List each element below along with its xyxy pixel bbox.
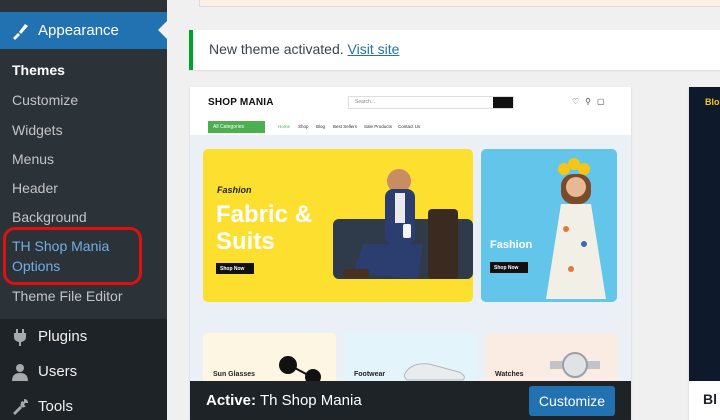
sneaker-illustration — [403, 363, 465, 381]
sidebar-item-plugins[interactable]: Plugins — [0, 320, 167, 354]
preview-category-label: Sun Glasses — [213, 371, 256, 378]
preview-category-label: Footwear — [354, 371, 386, 378]
partial-theme-name: Bl — [703, 391, 717, 407]
heart-icon: ♡ — [572, 97, 586, 106]
preview-header-icons: ♡⚲▢ — [572, 97, 611, 106]
sidebar-item-users[interactable]: Users — [0, 355, 167, 389]
theme-screenshot[interactable]: SHOP MANIA Search... ♡⚲▢ All Categories … — [190, 87, 631, 381]
theme-name: Th Shop Mania — [259, 392, 362, 409]
preview-nav-link: Home — [278, 124, 291, 129]
bag-icon: ▢ — [597, 97, 611, 106]
sidebar-item-label: Users — [38, 363, 78, 380]
partial-preview-text: Blo — [705, 97, 720, 107]
submenu-item-header[interactable]: Header — [12, 178, 58, 198]
wp-admin-screen: Appearance Themes Customize Widgets Menu… — [0, 0, 720, 420]
preview-hero-kicker: Fashion — [217, 185, 252, 195]
preview-nav: All Categories Home Shop Blog Best Selle… — [208, 121, 628, 133]
preview-nav-link: Contact Us — [398, 124, 421, 129]
submenu-item-background[interactable]: Background — [12, 207, 87, 227]
top-notice-partial — [199, 0, 720, 7]
preview-category-tile: Sun Glasses — [203, 333, 336, 381]
highlight-annotation-ring — [3, 227, 142, 285]
sidebar-item-label: Tools — [38, 398, 74, 415]
preview-hero-banner: Fashion Fabric & Suits Shop Now — [203, 149, 473, 302]
preview-hero-shop-button: Shop Now — [216, 263, 254, 274]
paintbrush-icon — [10, 21, 30, 41]
sunglasses-illustration — [279, 356, 321, 381]
preview-header: SHOP MANIA Search... ♡⚲▢ All Categories … — [190, 87, 631, 135]
theme-card-partial[interactable]: Blo Bl — [689, 87, 720, 420]
preview-nav-link: Best Sellers — [333, 124, 358, 129]
submenu-item-themes[interactable]: Themes — [12, 60, 65, 80]
preview-category-label: Watches — [495, 371, 524, 378]
notice-message: New theme activated. Visit site — [209, 41, 399, 57]
watch-illustration — [550, 352, 600, 378]
submenu-item-theme-file-editor[interactable]: Theme File Editor — [12, 286, 122, 306]
user-icon: ⚲ — [585, 97, 598, 106]
theme-activated-notice: New theme activated. Visit site — [189, 30, 720, 70]
preview-nav-link: Shop — [298, 124, 309, 129]
current-menu-arrow — [158, 21, 167, 39]
theme-screenshot[interactable]: Blo — [689, 87, 720, 381]
visit-site-link[interactable]: Visit site — [348, 41, 400, 57]
preview-logo: SHOP MANIA — [208, 97, 274, 108]
preview-nav-link: Sale Products — [364, 124, 393, 129]
sidebar-item-appearance[interactable]: Appearance — [0, 12, 167, 49]
submenu-item-widgets[interactable]: Widgets — [12, 120, 63, 140]
sidebar-item-tools[interactable]: Tools — [0, 390, 167, 420]
preview-side-shop-button: Shop Now — [490, 262, 528, 273]
admin-sidebar: Appearance Themes Customize Widgets Menu… — [0, 0, 167, 420]
preview-side-banner: Fashion Shop Now — [481, 149, 617, 302]
preview-search-button — [493, 97, 513, 108]
wrench-icon — [10, 397, 30, 417]
active-theme-card[interactable]: SHOP MANIA Search... ♡⚲▢ All Categories … — [190, 87, 631, 420]
preview-side-headline: Fashion — [490, 239, 533, 251]
sidebar-top-strip — [0, 0, 167, 12]
notice-text: New theme activated. — [209, 41, 344, 57]
theme-card-footer: Bl — [689, 381, 720, 420]
active-label: Active: — [206, 392, 257, 409]
model-man-illustration — [333, 169, 473, 279]
preview-category-tile: Footwear — [344, 333, 477, 381]
sidebar-item-label: Appearance — [38, 22, 119, 39]
theme-card-footer: Active: Th Shop Mania Customize — [190, 381, 631, 420]
preview-search: Search... — [348, 96, 514, 109]
submenu-item-customize[interactable]: Customize — [12, 90, 78, 110]
model-woman-illustration — [546, 158, 606, 299]
preview-search-placeholder: Search... — [355, 99, 376, 105]
preview-all-categories: All Categories — [208, 121, 265, 133]
plugin-icon — [10, 327, 30, 347]
user-icon — [10, 362, 30, 382]
sidebar-item-label: Plugins — [38, 328, 88, 345]
preview-nav-link: Blog — [316, 124, 326, 129]
submenu-item-menus[interactable]: Menus — [12, 149, 54, 169]
active-theme-name: Active: Th Shop Mania — [206, 392, 362, 409]
customize-button[interactable]: Customize — [529, 386, 615, 416]
preview-category-tile: Watches — [485, 333, 618, 381]
preview-hero-headline: Fabric & Suits — [216, 201, 313, 255]
